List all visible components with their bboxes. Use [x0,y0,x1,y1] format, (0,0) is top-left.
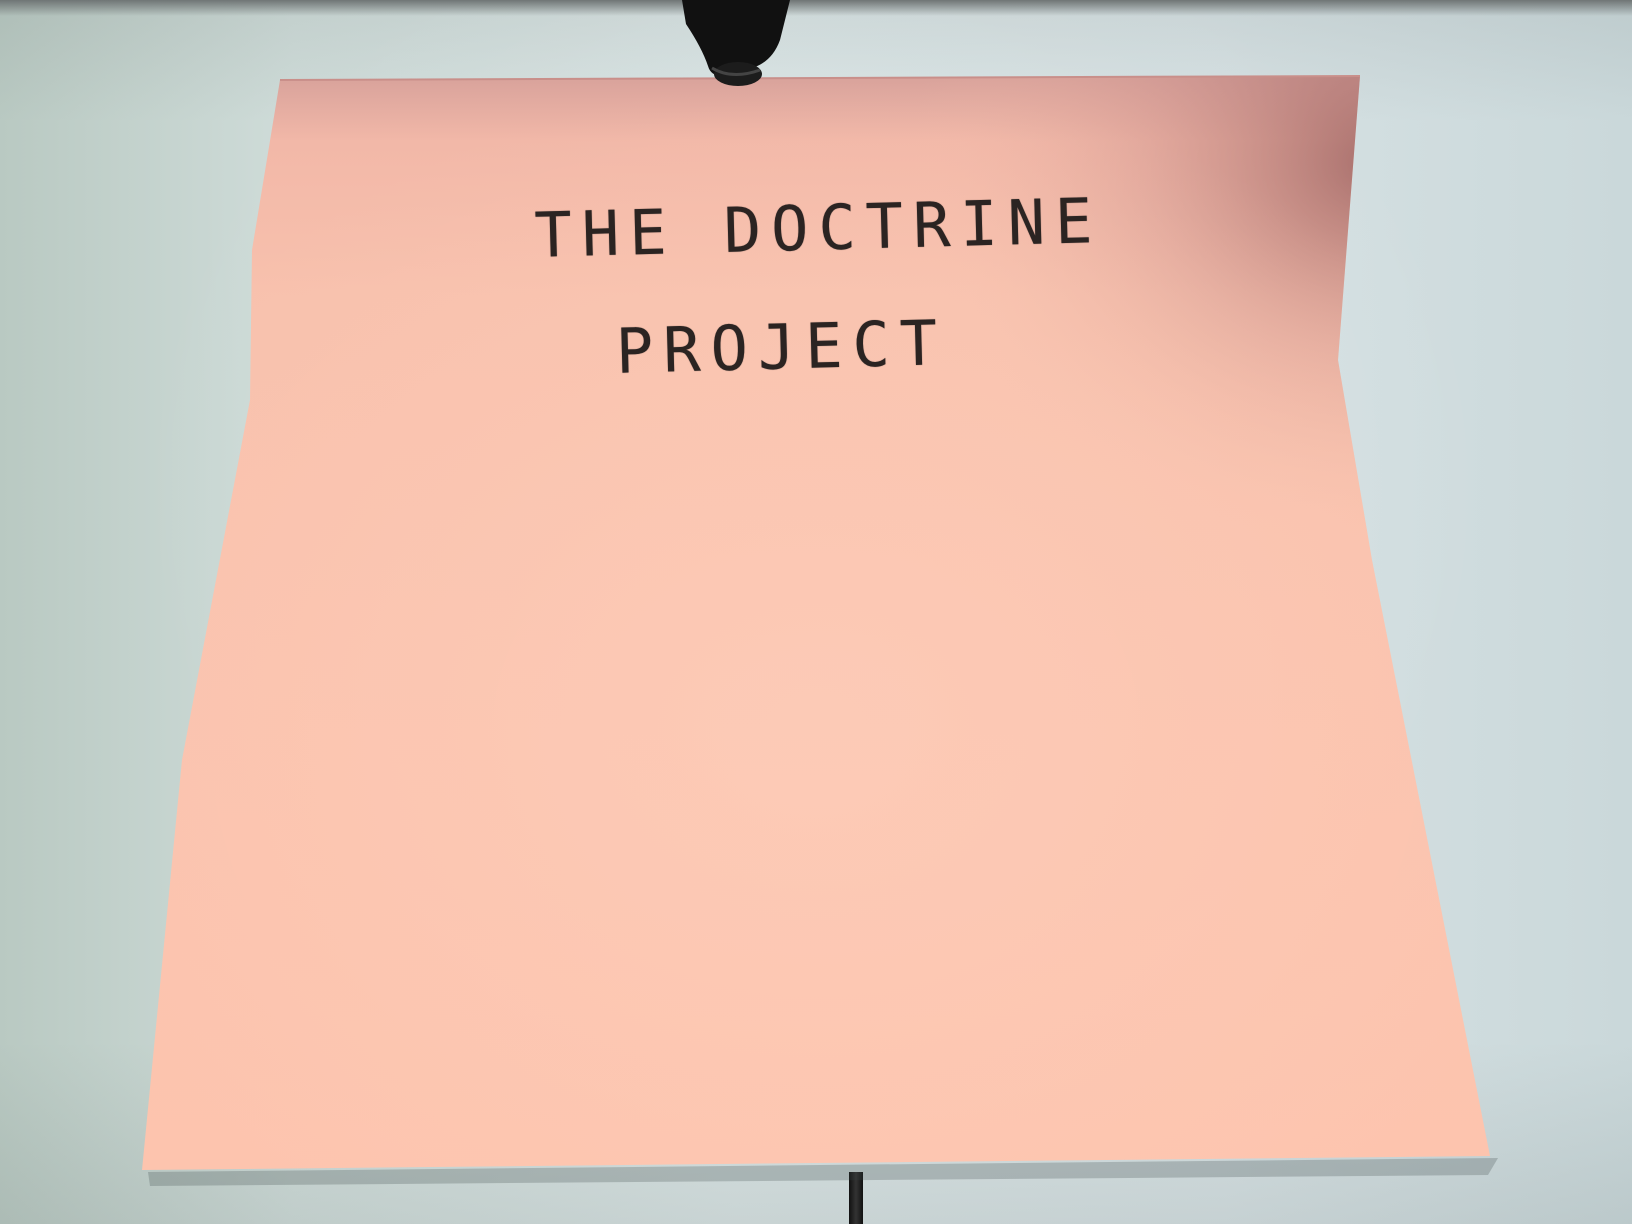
binder-clip-icon [682,0,790,86]
photo-scene: THE DOCTRINE PROJECT [0,0,1632,1224]
handwritten-note-text: THE DOCTRINE PROJECT [297,157,1303,419]
